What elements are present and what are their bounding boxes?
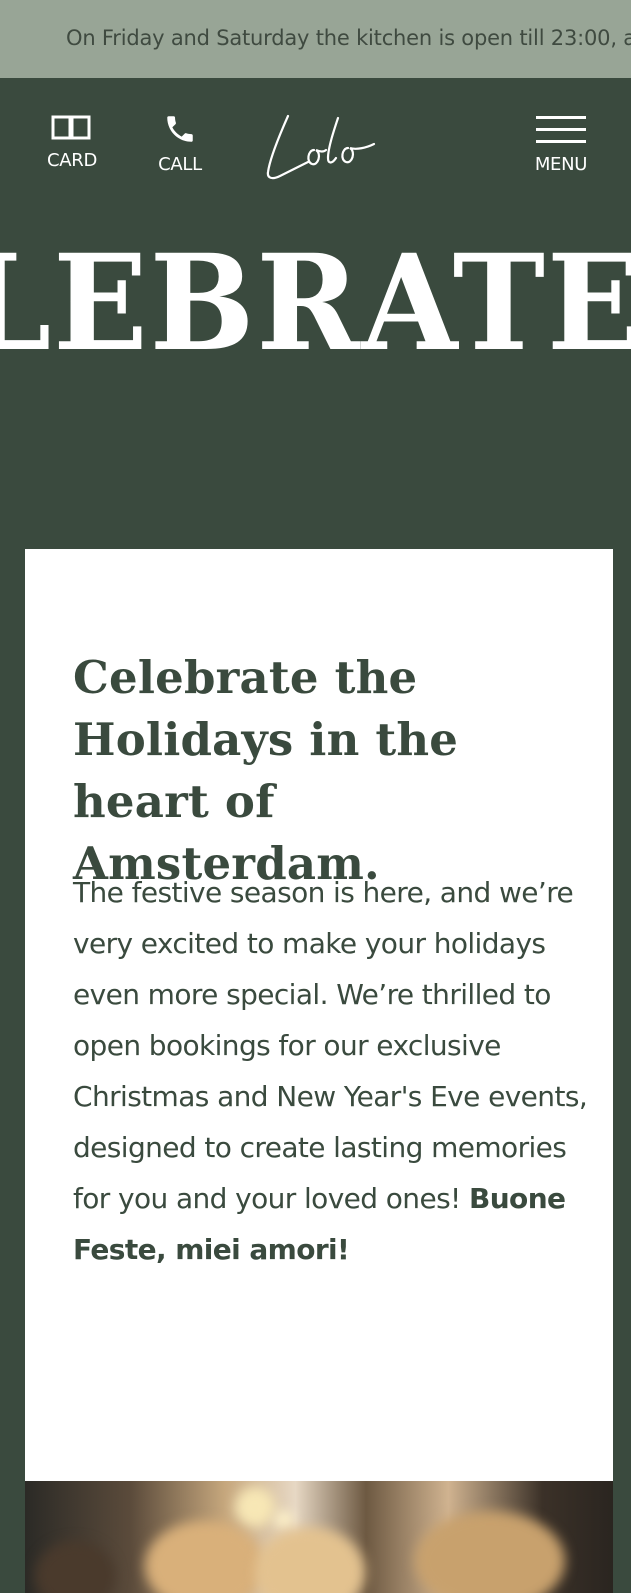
announcement-text: On Friday and Saturday the kitchen is op…: [66, 26, 631, 50]
hamburger-icon: [536, 116, 586, 143]
phone-icon: [167, 116, 193, 142]
menu-button[interactable]: MENU: [526, 114, 596, 175]
call-button[interactable]: CALL: [150, 112, 210, 175]
announcement-bar: On Friday and Saturday the kitchen is op…: [0, 0, 631, 78]
lolo-logo: [266, 114, 376, 180]
card-button[interactable]: CARD: [40, 114, 104, 171]
hero-marquee-text: LEBRATE TH: [0, 226, 631, 381]
event-photo: [25, 1481, 613, 1593]
content-panel: Celebrate the Holidays in the heart of A…: [25, 549, 613, 1481]
body-text: The festive season is here, and we’re ve…: [73, 876, 588, 1215]
section-body: The festive season is here, and we’re ve…: [73, 867, 593, 1275]
hero-banner: LEBRATE TH: [0, 210, 631, 550]
section-heading: Celebrate the Holidays in the heart of A…: [73, 651, 459, 890]
site-header: CARD CALL MENU: [0, 78, 631, 210]
book-open-icon: [51, 115, 91, 140]
card-label: CARD: [46, 150, 98, 171]
site-logo[interactable]: [262, 106, 382, 186]
call-label: CALL: [158, 154, 202, 175]
menu-label: MENU: [534, 154, 588, 175]
